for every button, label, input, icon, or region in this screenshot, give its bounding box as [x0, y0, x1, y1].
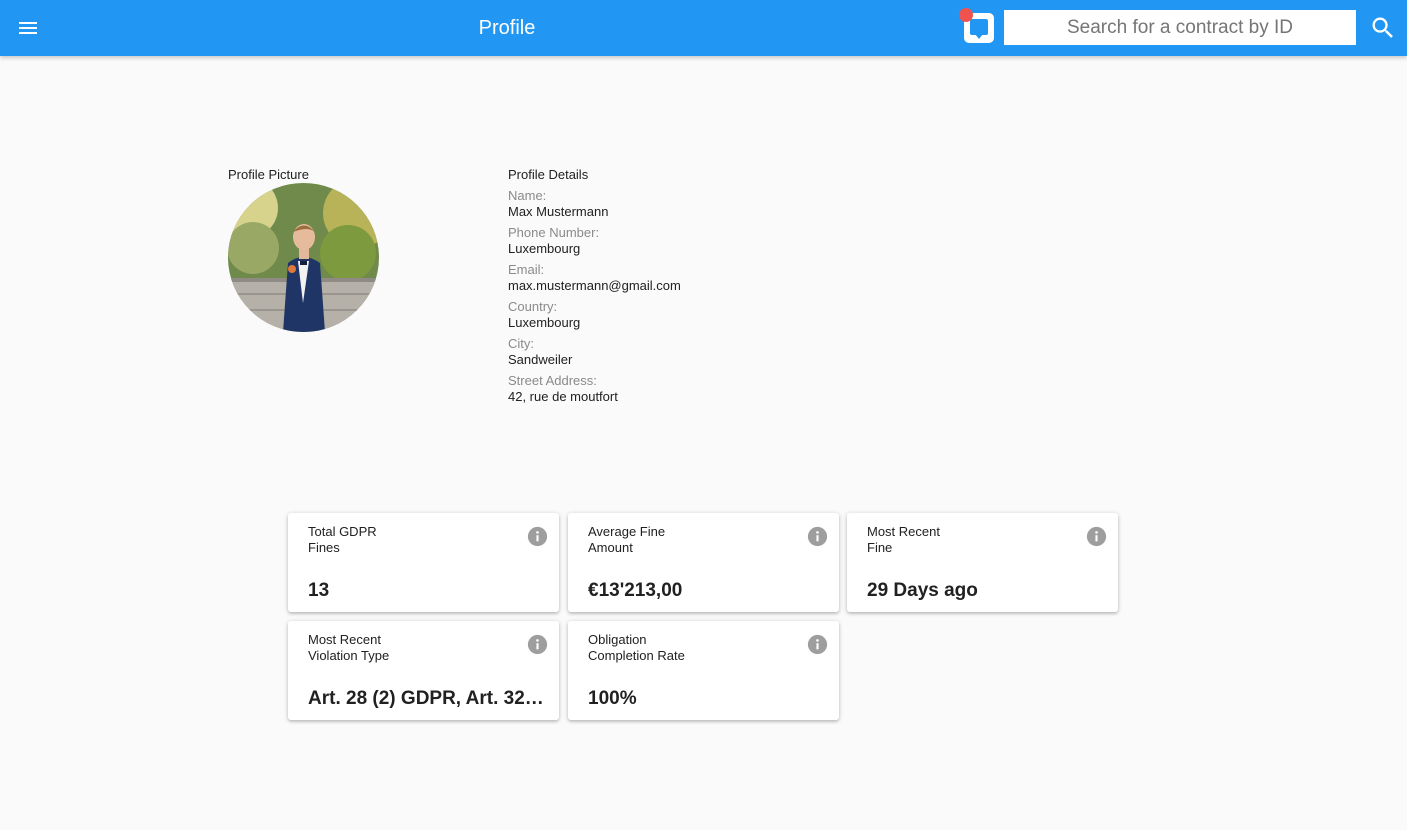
stat-card-total-fines: Total GDPR Fines 13 — [288, 513, 559, 612]
stat-card-value: 13 — [308, 580, 330, 601]
stat-card-violation-type: Most Recent Violation Type Art. 28 (2) G… — [288, 621, 559, 720]
stat-card-title: Obligation Completion Rate — [588, 632, 685, 663]
stat-card-title: Most Recent Fine — [867, 524, 940, 555]
info-icon[interactable] — [527, 526, 548, 547]
info-icon[interactable] — [527, 634, 548, 655]
detail-value: Sandweiler — [508, 352, 573, 367]
profile-details-label: Profile Details — [508, 167, 589, 182]
app-bar: Profile — [0, 0, 1407, 56]
profile-picture-label: Profile Picture — [228, 167, 309, 182]
detail-name: Name: Max Mustermann — [508, 188, 908, 225]
stat-card-average-fine: Average Fine Amount €13'213,00 — [568, 513, 839, 612]
detail-label: Name: — [508, 188, 547, 203]
notification-badge — [959, 8, 973, 22]
stat-card-value: 29 Days ago — [867, 580, 978, 601]
profile-details: Name: Max Mustermann Phone Number: Luxem… — [508, 188, 908, 410]
detail-country: Country: Luxembourg — [508, 299, 908, 336]
detail-value: Max Mustermann — [508, 204, 609, 219]
detail-label: Country: — [508, 299, 558, 314]
stat-card-value: 100% — [588, 688, 637, 709]
stat-card-value: Art. 28 (2) GDPR, Art. 32 (1) GDPR — [308, 688, 544, 709]
detail-value: 42, rue de moutfort — [508, 389, 618, 404]
detail-value: Luxembourg — [508, 315, 581, 330]
profile-avatar — [228, 183, 379, 332]
detail-label: City: — [508, 336, 534, 351]
detail-value: max.mustermann@gmail.com — [508, 278, 681, 293]
info-icon[interactable] — [807, 526, 828, 547]
detail-label: Street Address: — [508, 373, 597, 388]
info-icon[interactable] — [1086, 526, 1107, 547]
stat-card-title: Average Fine Amount — [588, 524, 666, 555]
detail-label: Email: — [508, 262, 545, 277]
stat-card-obligation-completion: Obligation Completion Rate 100% — [568, 621, 839, 720]
search-icon[interactable] — [1369, 14, 1399, 44]
detail-city: City: Sandweiler — [508, 336, 908, 373]
contract-search-input[interactable] — [1004, 10, 1356, 45]
detail-email: Email: max.mustermann@gmail.com — [508, 262, 908, 299]
detail-street-address: Street Address: 42, rue de moutfort — [508, 373, 908, 410]
detail-phone: Phone Number: Luxembourg — [508, 225, 908, 262]
detail-label: Phone Number: — [508, 225, 600, 240]
stat-card-most-recent-fine: Most Recent Fine 29 Days ago — [847, 513, 1118, 612]
page-title: Profile — [478, 17, 536, 39]
stat-card-value: €13'213,00 — [588, 580, 683, 601]
stat-card-title: Most Recent Violation Type — [308, 632, 390, 663]
detail-value: Luxembourg — [508, 241, 581, 256]
info-icon[interactable] — [807, 634, 828, 655]
notification-chat-icon[interactable] — [959, 8, 999, 48]
stat-card-title: Total GDPR Fines — [308, 524, 377, 555]
